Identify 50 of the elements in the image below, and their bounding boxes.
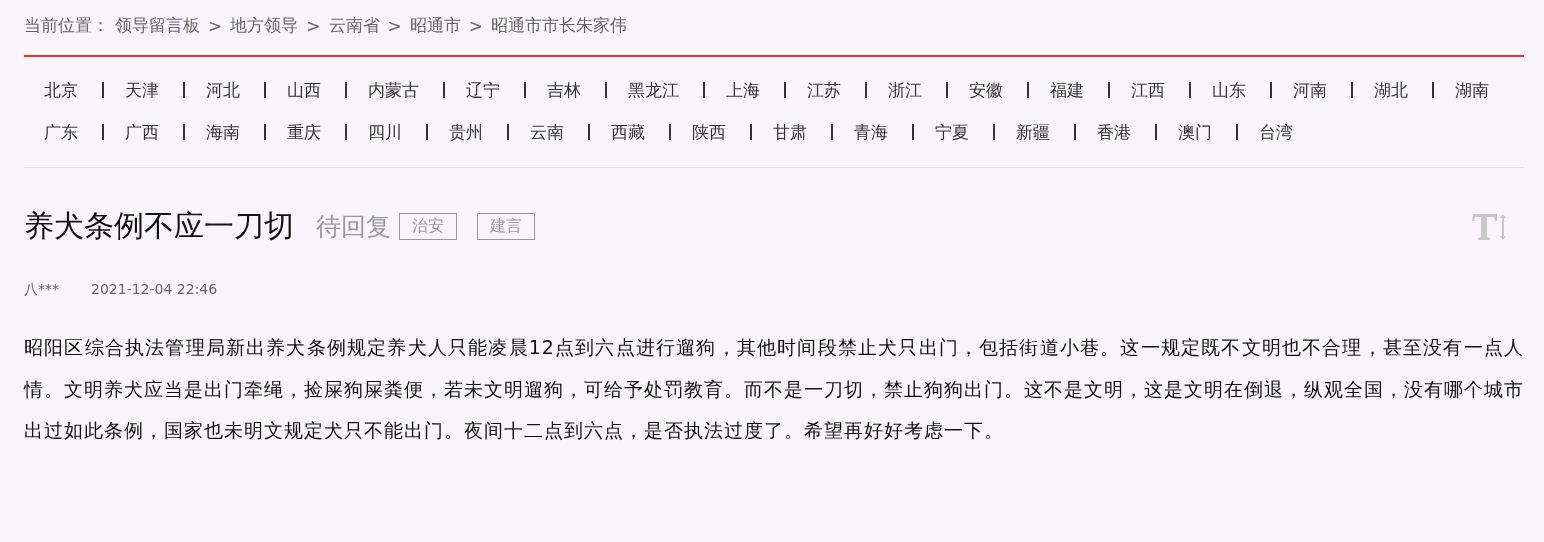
- province-link[interactable]: 吉林: [547, 78, 581, 102]
- province-link[interactable]: 福建: [1050, 78, 1084, 102]
- province-link[interactable]: 江西: [1131, 78, 1165, 102]
- province-link[interactable]: 天津: [125, 78, 159, 102]
- province-link[interactable]: 湖北: [1374, 78, 1408, 102]
- province-link[interactable]: 西藏: [611, 120, 645, 144]
- province-link[interactable]: 重庆: [287, 120, 321, 144]
- author-name: 八***: [24, 281, 59, 299]
- breadcrumb-separator: >: [306, 15, 321, 36]
- breadcrumb-label: 当前位置：: [24, 14, 109, 37]
- province-link[interactable]: 河南: [1293, 78, 1327, 102]
- province-link[interactable]: 山西: [287, 78, 321, 102]
- province-link[interactable]: 四川: [368, 120, 402, 144]
- province-link[interactable]: 贵州: [449, 120, 483, 144]
- province-link[interactable]: 辽宁: [466, 78, 500, 102]
- province-link[interactable]: 宁夏: [935, 120, 969, 144]
- province-link[interactable]: 陕西: [692, 120, 726, 144]
- post-time: 2021-12-04 22:46: [91, 281, 218, 299]
- breadcrumb-link[interactable]: 云南省: [328, 14, 380, 37]
- breadcrumb-separator: >: [208, 15, 223, 36]
- message-body: 昭阳区综合执法管理局新出养犬条例规定养犬人只能凌晨12点到六点进行遛狗，其他时间段禁止犬只出门，包括街道小巷。这一规定既不文明也不合理，甚至没有一点人情。文明养犬应当是出门牵绳，捡屎狗屎粪便，若未文明遛狗，可给予处罚教育。而不是一刀切，禁止狗狗出门。这不是文明，这是文明在倒退，纵观全国，没有哪个城市出过如此条例，国家也未明文规定犬只不能出门。夜间十二点到六点，是否执法过度了。希望再好好考虑一下。: [24, 335, 1524, 443]
- province-link[interactable]: 新疆: [1016, 120, 1050, 144]
- province-link[interactable]: 台湾: [1259, 120, 1293, 144]
- province-link[interactable]: 海南: [206, 120, 240, 144]
- breadcrumb-link[interactable]: 昭通市: [409, 14, 461, 37]
- province-link[interactable]: 广东: [44, 120, 78, 144]
- province-link[interactable]: 云南: [530, 120, 564, 144]
- province-link[interactable]: 内蒙古: [368, 78, 419, 102]
- province-link[interactable]: 青海: [854, 120, 888, 144]
- province-link[interactable]: 安徽: [969, 78, 1003, 102]
- province-link[interactable]: 江苏: [807, 78, 841, 102]
- province-link[interactable]: 香港: [1097, 120, 1131, 144]
- province-link[interactable]: 甘肃: [773, 120, 807, 144]
- province-link[interactable]: 浙江: [888, 78, 922, 102]
- font-size-icon[interactable]: [1472, 211, 1508, 242]
- province-link[interactable]: 广西: [125, 120, 159, 144]
- breadcrumb-link[interactable]: 地方领导: [230, 14, 299, 37]
- province-link[interactable]: 黑龙江: [628, 78, 679, 102]
- breadcrumb-separator: >: [387, 15, 402, 36]
- province-link[interactable]: 澳门: [1178, 120, 1212, 144]
- province-link[interactable]: 湖南: [1455, 78, 1489, 102]
- breadcrumb-separator: >: [468, 15, 483, 36]
- province-link[interactable]: 北京: [44, 78, 78, 102]
- province-link[interactable]: 山东: [1212, 78, 1246, 102]
- message-title: 养犬条例不应一刀切: [24, 207, 294, 245]
- reply-status: 待回复: [316, 211, 391, 243]
- breadcrumb-link[interactable]: 昭通市市长朱家伟: [491, 14, 627, 37]
- province-link[interactable]: 上海: [726, 78, 760, 102]
- province-link[interactable]: 河北: [206, 78, 240, 102]
- breadcrumb-link[interactable]: 领导留言板: [115, 14, 200, 37]
